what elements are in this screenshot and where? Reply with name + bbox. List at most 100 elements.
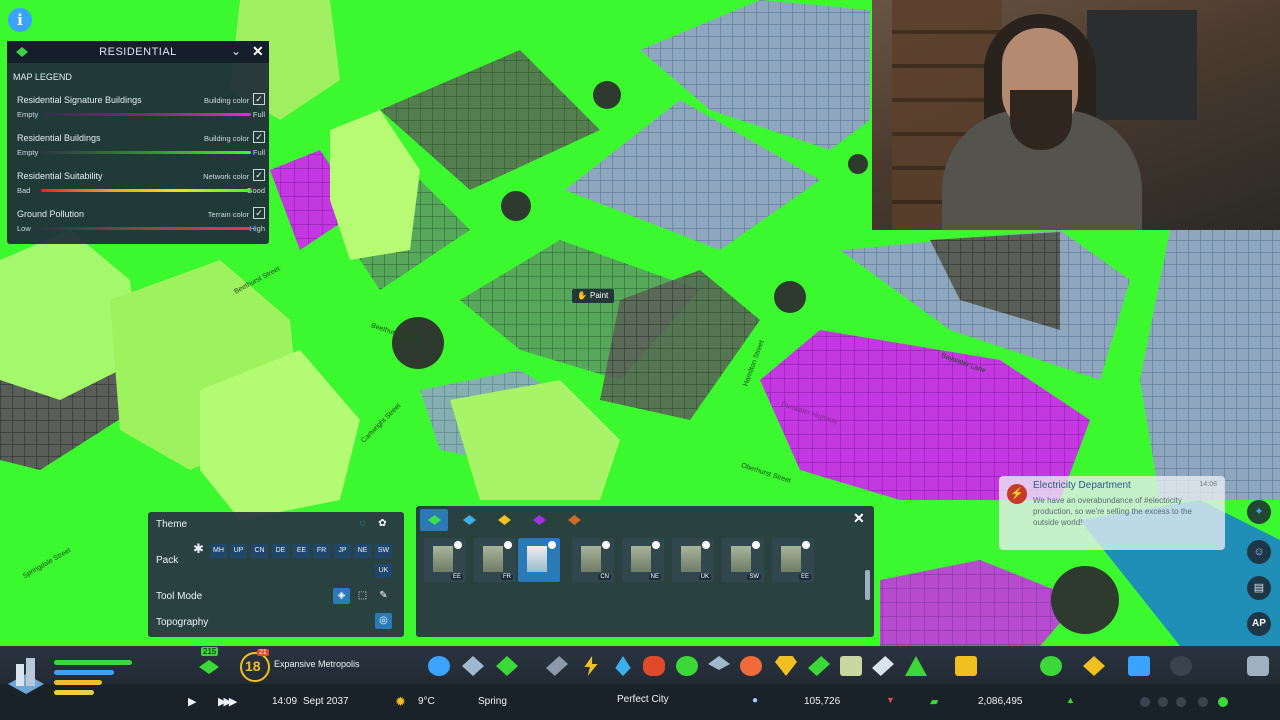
pack-label: Pack bbox=[156, 555, 179, 566]
tab-mixed[interactable] bbox=[560, 509, 588, 531]
favorite-icon[interactable] bbox=[548, 541, 556, 549]
landscaping-icon[interactable] bbox=[840, 656, 862, 676]
panel-header: RESIDENTIAL ⌄ ✕ bbox=[7, 41, 269, 63]
legend-checkbox[interactable]: ✓ bbox=[253, 207, 265, 219]
theme-globe-icon[interactable]: ◌ bbox=[354, 516, 371, 532]
pack-button-de[interactable]: DE bbox=[272, 544, 289, 558]
bulldozer-icon[interactable] bbox=[1247, 656, 1269, 676]
notification-dot[interactable] bbox=[1158, 697, 1168, 707]
pack-button-ne[interactable]: NE bbox=[354, 544, 371, 558]
profile-button[interactable]: AP bbox=[1247, 612, 1271, 636]
pack-button-mh[interactable]: MH bbox=[210, 544, 227, 558]
legend-checkbox[interactable]: ✓ bbox=[253, 93, 265, 105]
tab-low-density[interactable] bbox=[420, 509, 448, 531]
asset-tile[interactable]: NE bbox=[622, 538, 664, 582]
temperature: 9°C bbox=[418, 696, 435, 707]
health-icon[interactable] bbox=[643, 656, 665, 676]
legend-gradient bbox=[41, 227, 251, 230]
chirper-icon[interactable]: ✦ bbox=[1247, 500, 1271, 524]
electricity-icon: ⚡ bbox=[1007, 484, 1027, 504]
area-select-icon[interactable]: ⬚ bbox=[354, 588, 371, 604]
asset-scrollbar[interactable] bbox=[865, 570, 870, 600]
pack-button-sw[interactable]: SW bbox=[375, 544, 392, 558]
legend-checkbox[interactable]: ✓ bbox=[253, 131, 265, 143]
play-icon[interactable]: ▶ bbox=[188, 695, 196, 708]
zoning-icon[interactable] bbox=[428, 656, 450, 676]
info-icon[interactable]: i bbox=[8, 8, 32, 32]
asset-tile[interactable]: SW bbox=[722, 538, 764, 582]
tab-signature[interactable] bbox=[525, 509, 553, 531]
favorite-icon[interactable] bbox=[504, 541, 512, 549]
legend-low-label: Low bbox=[17, 224, 31, 233]
journal-icon[interactable]: ▤ bbox=[1247, 576, 1271, 600]
brush-icon[interactable]: ✎ bbox=[375, 588, 392, 604]
residential-demand-bar bbox=[54, 660, 132, 665]
game-date: Sept 2037 bbox=[303, 696, 349, 707]
pack-button-uk[interactable]: UK bbox=[375, 564, 392, 578]
legend-row: Residential Signature Buildings Building… bbox=[17, 93, 265, 129]
paint-bucket-icon[interactable]: ◈ bbox=[333, 588, 350, 604]
favorite-icon[interactable] bbox=[702, 541, 710, 549]
pack-button-up[interactable]: UP bbox=[230, 544, 247, 558]
panel-title: RESIDENTIAL bbox=[99, 46, 177, 58]
asset-tile[interactable]: FR bbox=[474, 538, 516, 582]
close-icon[interactable]: ✕ bbox=[853, 510, 865, 527]
asset-tile[interactable]: EE bbox=[772, 538, 814, 582]
close-icon[interactable]: ✕ bbox=[252, 43, 264, 60]
legend-row: Residential Buildings Building color ✓ E… bbox=[17, 131, 265, 167]
season: Spring bbox=[478, 696, 507, 707]
office-demand-bar bbox=[54, 690, 94, 695]
money-icon: ▰ bbox=[930, 696, 939, 708]
advisor-icon[interactable]: ☺ bbox=[1247, 540, 1271, 564]
fire-icon[interactable] bbox=[740, 656, 762, 676]
notification-dot[interactable] bbox=[1140, 697, 1150, 707]
favorite-icon[interactable] bbox=[454, 541, 462, 549]
chevron-down-icon[interactable]: ⌄ bbox=[231, 44, 241, 58]
city-name[interactable]: Perfect City bbox=[617, 694, 669, 705]
photo-mode-icon[interactable] bbox=[1170, 656, 1192, 676]
city-overview-icon[interactable] bbox=[4, 654, 48, 698]
tab-high-density[interactable] bbox=[490, 509, 518, 531]
legend-gradient bbox=[41, 113, 251, 116]
xp-indicator[interactable]: 215 bbox=[195, 647, 225, 678]
legend-low-label: Empty bbox=[17, 110, 39, 119]
tab-medium-density[interactable] bbox=[455, 509, 483, 531]
notification-dot[interactable] bbox=[1176, 697, 1186, 707]
notification-sender: Electricity Department bbox=[1033, 480, 1131, 491]
asset-tile-selected[interactable] bbox=[518, 538, 560, 582]
level-number: 18 bbox=[245, 658, 261, 674]
economy-icon[interactable] bbox=[955, 656, 977, 676]
legend-checkbox[interactable]: ✓ bbox=[253, 169, 265, 181]
paint-cursor-tooltip: ✋ Paint bbox=[572, 289, 615, 303]
favorite-icon[interactable] bbox=[752, 541, 760, 549]
pack-button-fr[interactable]: FR bbox=[313, 544, 330, 558]
pack-button-jp[interactable]: JP bbox=[334, 544, 351, 558]
pack-button-cn[interactable]: CN bbox=[251, 544, 268, 558]
pack-all-star-icon[interactable]: ✱ bbox=[190, 542, 207, 557]
info-views-icon[interactable] bbox=[1040, 656, 1062, 676]
map-legend-heading: MAP LEGEND bbox=[13, 72, 72, 82]
asset-tile[interactable]: UK bbox=[672, 538, 714, 582]
fast-forward-icon[interactable]: ▶▶▶ bbox=[218, 695, 237, 708]
notification-dot-active[interactable] bbox=[1218, 697, 1228, 707]
legend-gradient bbox=[41, 189, 251, 192]
theme-mascot-icon[interactable]: ✿ bbox=[374, 516, 391, 532]
weather-sun-icon: ✹ bbox=[395, 694, 406, 709]
notification-time: 14:08 bbox=[1199, 481, 1217, 488]
asset-tile[interactable]: CN bbox=[572, 538, 614, 582]
garbage-icon[interactable] bbox=[676, 656, 698, 676]
legend-high-label: Full bbox=[252, 110, 265, 119]
favorite-icon[interactable] bbox=[802, 541, 810, 549]
asset-tile[interactable]: EE bbox=[424, 538, 466, 582]
legend-low-label: Bad bbox=[17, 186, 31, 195]
notification-dot[interactable] bbox=[1198, 697, 1208, 707]
pack-button-ee[interactable]: EE bbox=[293, 544, 310, 558]
favorite-icon[interactable] bbox=[602, 541, 610, 549]
notification-card[interactable]: ⚡ Electricity Department 14:08 We have a… bbox=[999, 476, 1225, 550]
favorite-icon[interactable] bbox=[652, 541, 660, 549]
milestone-level[interactable]: 18 21 bbox=[240, 649, 270, 682]
legend-row-name: Residential Suitability bbox=[17, 171, 103, 181]
statistics-icon[interactable] bbox=[1128, 656, 1150, 676]
topography-toggle-icon[interactable]: ◎ bbox=[375, 613, 392, 629]
xp-diamond-icon bbox=[199, 660, 219, 674]
